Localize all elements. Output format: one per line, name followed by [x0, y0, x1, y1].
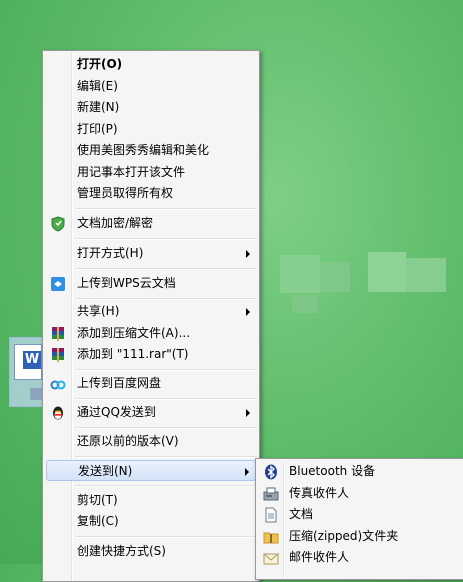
menu-item-open[interactable]: 打开(O)	[46, 54, 256, 75]
menu-item-label: 添加到压缩文件(A)...	[77, 326, 191, 340]
send-to-submenu: Bluetooth 设备 传真收件人 文档 压缩(zipped)文件夹 邮件收件…	[255, 458, 463, 580]
word-document-icon: W	[14, 344, 42, 380]
menu-item-encrypt[interactable]: 文档加密/解密	[46, 213, 256, 234]
menu-item-copy[interactable]: 复制(C)	[46, 511, 256, 532]
menu-separator	[75, 238, 257, 240]
fax-icon	[263, 486, 279, 502]
menu-item-label: Bluetooth 设备	[289, 464, 376, 478]
menu-item-cut[interactable]: 剪切(T)	[46, 490, 256, 511]
menu-item-open-notepad[interactable]: 用记事本打开该文件	[46, 162, 256, 183]
bluetooth-icon	[263, 464, 279, 480]
menu-item-label: 文档加密/解密	[77, 216, 154, 230]
submenu-arrow-icon	[246, 308, 250, 316]
menu-item-edit[interactable]: 编辑(E)	[46, 76, 256, 97]
menu-item-create-shortcut[interactable]: 创建快捷方式(S)	[46, 541, 256, 562]
shield-icon	[50, 216, 66, 232]
menu-separator	[75, 398, 257, 400]
menu-item-label: 编辑(E)	[77, 79, 118, 93]
menu-item-take-ownership[interactable]: 管理员取得所有权	[46, 183, 256, 204]
menu-item-label: 共享(H)	[77, 304, 120, 318]
send-to-zip-folder[interactable]: 压缩(zipped)文件夹	[259, 526, 461, 547]
menu-item-send-to[interactable]: 发送到(N)	[46, 460, 256, 481]
qq-penguin-icon	[50, 405, 66, 421]
menu-item-label: 通过QQ发送到	[77, 405, 156, 419]
send-to-bluetooth[interactable]: Bluetooth 设备	[259, 461, 461, 482]
menu-separator	[75, 427, 257, 429]
menu-item-label: 添加到 "111.rar"(T)	[77, 347, 189, 361]
baidu-cloud-icon	[50, 376, 66, 392]
menu-item-label: 用记事本打开该文件	[77, 165, 186, 179]
menu-item-label: 打印(P)	[77, 122, 118, 136]
menu-item-label: 复制(C)	[77, 514, 119, 528]
menu-item-label: 管理员取得所有权	[77, 186, 174, 200]
wps-cloud-icon	[50, 276, 66, 292]
send-to-mail-recipient[interactable]: 邮件收件人	[259, 547, 461, 568]
menu-item-share[interactable]: 共享(H)	[46, 301, 256, 322]
menu-separator	[75, 536, 257, 538]
word-letter: W	[23, 351, 41, 369]
menu-item-send-via-qq[interactable]: 通过QQ发送到	[46, 402, 256, 423]
submenu-arrow-icon	[246, 409, 250, 417]
menu-separator	[75, 369, 257, 371]
menu-separator	[75, 268, 257, 270]
winrar-icon	[50, 326, 66, 342]
menu-item-label: 邮件收件人	[289, 550, 350, 564]
winrar-icon	[50, 347, 66, 363]
menu-item-label: 使用美图秀秀编辑和美化	[77, 143, 210, 157]
send-to-documents[interactable]: 文档	[259, 504, 461, 525]
menu-separator	[75, 208, 257, 210]
menu-item-open-with[interactable]: 打开方式(H)	[46, 243, 256, 264]
menu-item-label: 打开方式(H)	[77, 246, 144, 260]
menu-item-label: 传真收件人	[289, 486, 350, 500]
menu-item-add-to-archive[interactable]: 添加到压缩文件(A)...	[46, 323, 256, 344]
submenu-arrow-icon	[246, 250, 250, 258]
menu-item-restore-versions[interactable]: 还原以前的版本(V)	[46, 431, 256, 452]
menu-item-label: 上传到百度网盘	[77, 376, 162, 390]
zip-folder-icon	[263, 529, 279, 545]
desktop-file-caption-blur	[30, 388, 42, 400]
menu-item-label: 上传到WPS云文档	[77, 276, 176, 290]
menu-separator	[75, 298, 257, 300]
menu-item-label: 新建(N)	[77, 100, 120, 114]
menu-item-label: 还原以前的版本(V)	[77, 434, 179, 448]
send-to-fax[interactable]: 传真收件人	[259, 483, 461, 504]
menu-separator	[75, 456, 257, 458]
menu-item-add-to-rar[interactable]: 添加到 "111.rar"(T)	[46, 344, 256, 365]
menu-item-label: 剪切(T)	[77, 493, 118, 507]
menu-item-label: 创建快捷方式(S)	[77, 544, 166, 558]
menu-item-label: 压缩(zipped)文件夹	[289, 529, 399, 543]
menu-item-print[interactable]: 打印(P)	[46, 119, 256, 140]
menu-separator	[75, 485, 257, 487]
context-menu: 打开(O) 编辑(E) 新建(N) 打印(P) 使用美图秀秀编辑和美化 用记事本…	[42, 50, 260, 582]
menu-item-label: 文档	[289, 507, 314, 521]
menu-item-label: 打开(O)	[77, 57, 123, 71]
documents-icon	[263, 507, 279, 523]
menu-item-upload-wps[interactable]: 上传到WPS云文档	[46, 273, 256, 294]
menu-item-upload-baidu[interactable]: 上传到百度网盘	[46, 373, 256, 394]
menu-item-meitu-edit[interactable]: 使用美图秀秀编辑和美化	[46, 140, 256, 161]
menu-item-label: 发送到(N)	[78, 464, 133, 478]
submenu-arrow-icon	[245, 468, 249, 476]
menu-item-new[interactable]: 新建(N)	[46, 97, 256, 118]
